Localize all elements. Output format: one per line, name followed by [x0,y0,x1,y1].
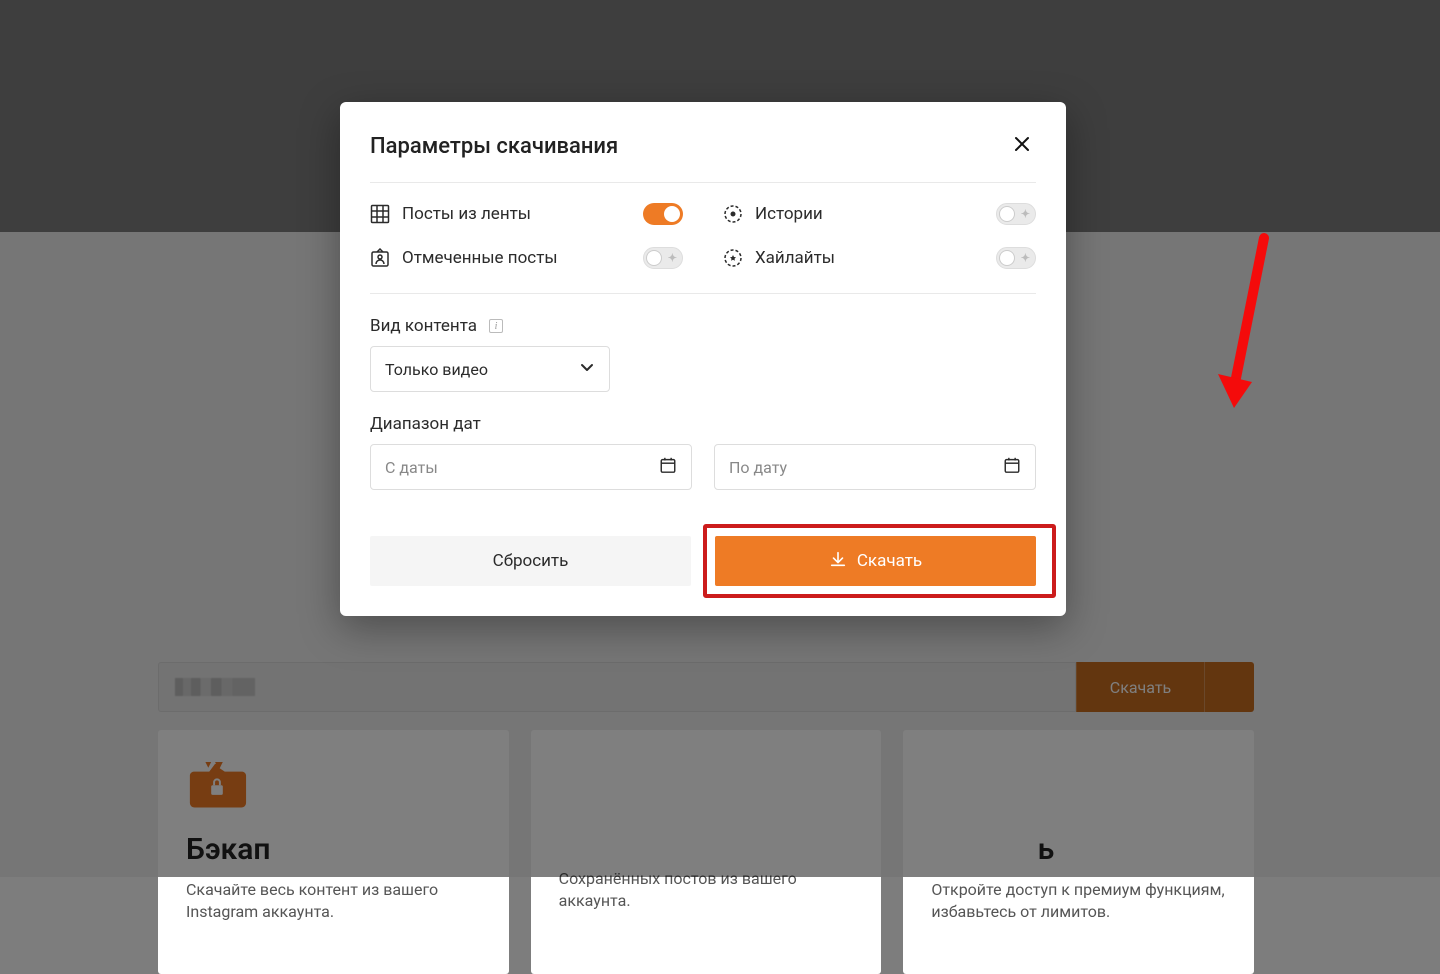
feed-posts-label: Посты из ленты [402,204,531,224]
reset-button[interactable]: Сбросить [370,536,691,586]
date-to-placeholder: По дату [729,458,787,477]
calendar-icon [1003,456,1021,478]
download-params-modal: Параметры скачивания Посты из ленты [340,102,1066,616]
reset-button-label: Сбросить [493,551,569,571]
stories-label: Истории [755,204,823,224]
download-button-wrap: Скачать [715,536,1036,586]
modal-title: Параметры скачивания [370,134,618,159]
date-row: С даты По дату [370,444,1036,490]
option-stories: Истории ✦ [723,203,1036,225]
download-icon [829,550,847,573]
date-range-label: Диапазон дат [370,414,1036,434]
content-type-section: Вид контента i Только видео [370,294,1036,392]
grid-icon [370,204,390,224]
stories-icon [723,204,743,224]
content-type-value: Только видео [385,360,488,379]
tagged-icon [370,248,390,268]
close-icon [1014,136,1030,156]
options-col-right: Истории ✦ Хайлайты ✦ [703,203,1036,269]
feed-posts-toggle[interactable] [643,203,683,225]
card-premium-desc: Откройте доступ к премиум функциям, изба… [931,879,1226,924]
modal-header: Параметры скачивания [370,132,1036,183]
highlights-toggle[interactable]: ✦ [996,247,1036,269]
download-button-label: Скачать [857,551,922,571]
tagged-posts-label: Отмеченные посты [402,248,558,268]
close-button[interactable] [1008,132,1036,160]
options-col-left: Посты из ленты Отмеченные посты ✦ [370,203,703,269]
options-grid: Посты из ленты Отмеченные посты ✦ [370,183,1036,294]
date-range-section: Диапазон дат С даты По дату [370,392,1036,490]
content-type-label-row: Вид контента i [370,316,1036,336]
stories-toggle[interactable]: ✦ [996,203,1036,225]
date-from-input[interactable]: С даты [370,444,692,490]
highlights-label: Хайлайты [755,248,835,268]
download-button[interactable]: Скачать [715,536,1036,586]
date-to-input[interactable]: По дату [714,444,1036,490]
content-type-label: Вид контента [370,316,477,336]
modal-actions: Сбросить Скачать [370,536,1036,586]
option-highlights: Хайлайты ✦ [723,247,1036,269]
date-from-placeholder: С даты [385,458,438,477]
info-icon[interactable]: i [489,319,503,333]
content-type-select[interactable]: Только видео [370,346,610,392]
option-feed-posts: Посты из ленты [370,203,683,225]
chevron-down-icon [579,359,595,379]
highlights-icon [723,248,743,268]
calendar-icon [659,456,677,478]
card-backup-desc: Скачайте весь контент из вашего Instagra… [186,879,481,924]
tagged-posts-toggle[interactable]: ✦ [643,247,683,269]
option-tagged-posts: Отмеченные посты ✦ [370,247,683,269]
